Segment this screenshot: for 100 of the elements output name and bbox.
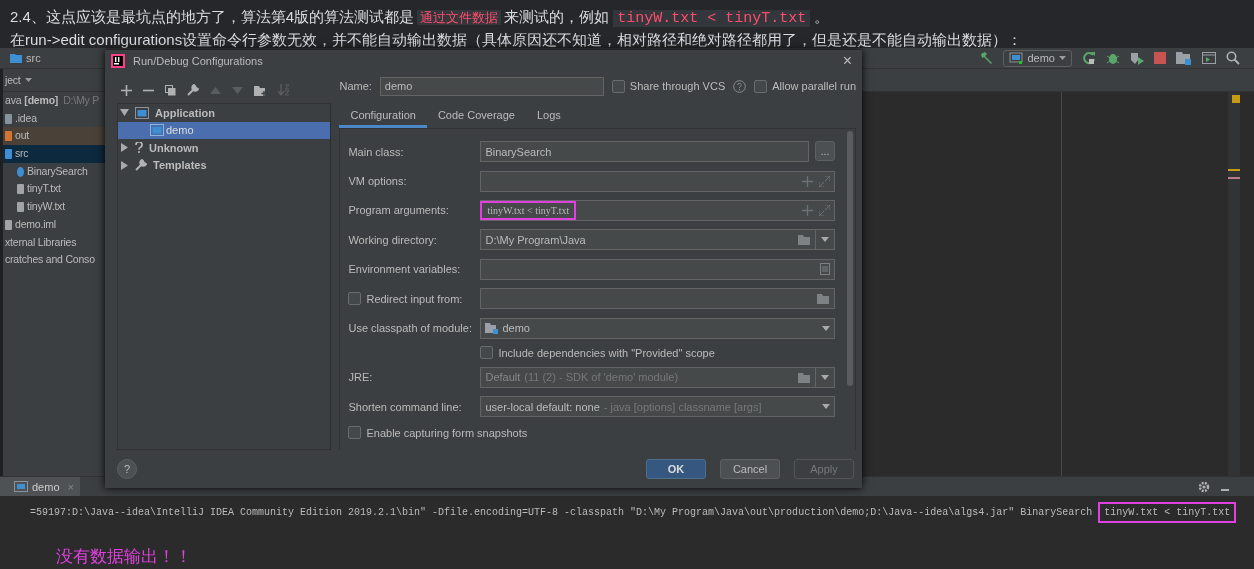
window-icon xyxy=(14,481,28,492)
project-view-dropdown[interactable]: ject xyxy=(5,69,32,91)
run-tab[interactable]: demo × xyxy=(0,477,80,496)
collapsed-caret-icon[interactable] xyxy=(120,143,129,153)
dropdown-arrow-icon xyxy=(821,374,829,380)
input-field[interactable] xyxy=(480,288,835,310)
wrench-icon[interactable] xyxy=(187,84,199,96)
field-label: Name: xyxy=(339,80,372,92)
breadcrumb-item[interactable]: src xyxy=(26,52,41,64)
file-icon xyxy=(5,113,12,124)
project-tree-item[interactable]: xternal Libraries xyxy=(3,233,108,252)
window-icon xyxy=(150,124,164,137)
app-logo-icon xyxy=(111,54,125,68)
collapsed-caret-icon[interactable] xyxy=(120,160,129,170)
field-label: Environment variables: xyxy=(348,263,462,276)
folder-icon[interactable] xyxy=(817,293,830,305)
project-tree-item[interactable]: .idea xyxy=(3,109,108,128)
folder-icon[interactable] xyxy=(798,234,811,246)
checkbox[interactable]: Share through VCS xyxy=(611,79,726,93)
file-icon xyxy=(5,148,12,159)
checkbox[interactable]: Include dependencies with "Provided" scope xyxy=(480,346,715,360)
project-tree-item[interactable]: out xyxy=(3,127,108,146)
stripe-marker[interactable] xyxy=(1228,169,1240,171)
settings-icon[interactable] xyxy=(1198,480,1210,493)
stripe-marker[interactable] xyxy=(1228,177,1240,179)
folder-icon[interactable] xyxy=(798,371,811,383)
input-field[interactable] xyxy=(480,258,835,280)
project-tree-item[interactable]: tinyW.txt xyxy=(3,198,108,216)
new-folder-icon[interactable] xyxy=(254,84,267,96)
window-icon xyxy=(1009,52,1024,64)
field-label: VM options: xyxy=(348,175,408,188)
annotation-text: 没有数据输出！！ xyxy=(56,546,193,568)
console-arguments: tinyW.txt < tinyT.txt xyxy=(1098,502,1237,523)
browse-button[interactable]: ... xyxy=(815,141,835,162)
expanded-caret-icon[interactable] xyxy=(120,108,129,118)
question-mark-icon xyxy=(135,142,143,154)
dropdown-arrow-icon xyxy=(1059,56,1066,60)
project-tree-item[interactable]: ava [demo] D:\My P xyxy=(3,92,108,110)
field-label: JRE: xyxy=(348,371,374,384)
console-output: =59197:D:\Java--idea\IntelliJ IDEA Community Edition 2019.2.1\bin" -Dfile.encoding=UTF-8 -classpath "D:\My Program\Java\out\production\demo;D:\Java--idea\algs4.jar" BinarySearch xyxy=(30,507,1093,518)
tab[interactable]: Code Coverage xyxy=(426,104,526,128)
field-label: Working directory: xyxy=(348,233,438,246)
article-text: 2.4、这点应该是最坑点的地方了，算法第4版的算法测试都是 xyxy=(10,8,415,25)
project-tree-item[interactable]: src xyxy=(3,145,108,163)
dropdown-field[interactable]: demo xyxy=(480,317,835,339)
checkbox[interactable]: Allow parallel run xyxy=(754,79,856,93)
module-folder-icon xyxy=(485,322,499,335)
dialog-button[interactable]: Cancel xyxy=(720,459,780,479)
dropdown-button[interactable] xyxy=(816,229,835,251)
dropdown-field[interactable]: D:\My Program\Java xyxy=(480,229,816,251)
dialog-title: Run/Debug Configurations xyxy=(133,55,264,67)
hammer-icon[interactable] xyxy=(979,51,994,65)
name-field[interactable]: demo xyxy=(379,76,604,96)
shield-play-icon[interactable] xyxy=(1130,51,1144,65)
help-button[interactable]: ? xyxy=(117,459,137,479)
tree-item[interactable]: Application xyxy=(118,104,331,122)
warning-marker[interactable] xyxy=(1232,95,1240,103)
file-icon xyxy=(17,184,24,195)
article-text: 在run->edit configurations设置命令行参数无效，并不能自动输出数据（具体原因还不知道，相对路径和绝对路径都用了，但是还是不能自动输出数据）： xyxy=(10,31,1023,48)
field-label: Main class: xyxy=(348,145,405,158)
dropdown-button[interactable] xyxy=(816,366,835,388)
search-icon[interactable] xyxy=(1226,51,1240,65)
folder-grid-icon[interactable] xyxy=(1176,51,1192,65)
ok-button[interactable]: OK xyxy=(646,459,706,479)
document-icon[interactable] xyxy=(820,263,830,276)
input-field[interactable]: BinarySearch xyxy=(480,141,809,163)
close-button[interactable]: × xyxy=(842,52,852,70)
wrench-icon xyxy=(135,159,147,172)
run-configuration-dropdown[interactable]: demo xyxy=(1003,49,1072,67)
rerun-icon[interactable] xyxy=(1082,51,1096,65)
bug-icon[interactable] xyxy=(1106,51,1120,65)
article-text: 来测试的，例如 xyxy=(504,8,610,25)
dropdown-arrow-icon xyxy=(821,237,829,243)
inline-code: tinyW.txt < tinyT.txt xyxy=(613,10,811,27)
window-icon xyxy=(135,106,149,119)
tree-item[interactable]: Unknown xyxy=(118,139,331,157)
field-label: Shorten command line: xyxy=(348,400,463,413)
checkbox[interactable]: Redirect input from: xyxy=(348,292,481,306)
file-icon xyxy=(5,219,12,230)
tab[interactable]: Configuration xyxy=(339,104,427,128)
highlighted-text: 通过文件数据 xyxy=(417,10,502,25)
project-tree-item[interactable]: cratches and Conso xyxy=(3,251,108,269)
project-tree-item[interactable]: BinarySearch xyxy=(3,162,108,181)
add-icon[interactable] xyxy=(121,84,132,96)
tab[interactable]: Logs xyxy=(525,104,572,128)
terminal-window-icon[interactable] xyxy=(1202,52,1216,64)
dropdown-arrow-icon xyxy=(24,78,32,82)
project-tree-item[interactable]: tinyT.txt xyxy=(3,180,108,199)
tree-item[interactable]: Templates xyxy=(118,156,331,174)
copy-icon[interactable] xyxy=(165,84,176,96)
help-icon[interactable] xyxy=(733,79,747,93)
field-label: Use classpath of module: xyxy=(348,322,473,335)
file-icon xyxy=(5,131,12,142)
file-icon xyxy=(17,201,24,212)
dropdown-arrow-icon xyxy=(822,404,830,410)
checkbox[interactable]: Enable capturing form snapshots xyxy=(348,426,528,439)
dropdown-arrow-icon xyxy=(822,325,830,331)
field-label: Program arguments: xyxy=(348,204,450,217)
tree-item[interactable]: demo xyxy=(118,121,331,139)
project-tree-item[interactable]: demo.iml xyxy=(3,215,108,234)
